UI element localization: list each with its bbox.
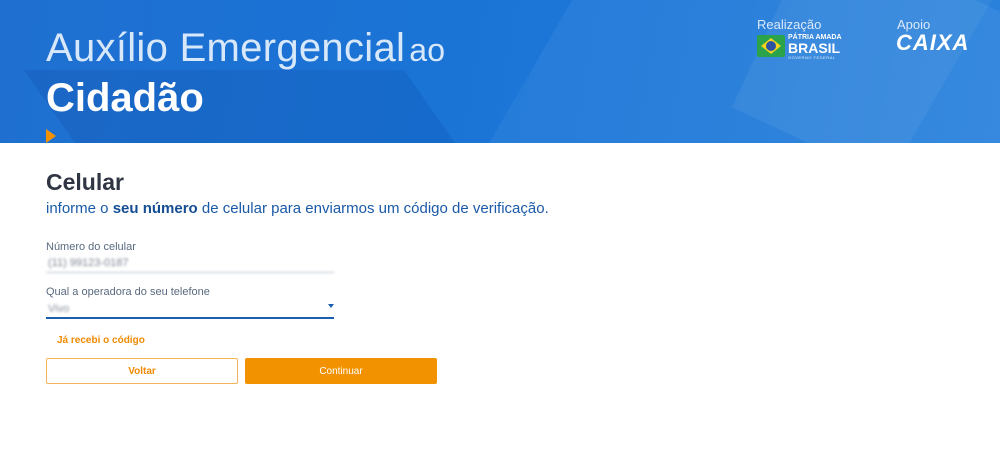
continue-button[interactable]: Continuar — [245, 358, 437, 384]
program-title-emphasis: Cidadão — [46, 76, 204, 120]
operator-selected-value: Vivo — [48, 303, 70, 315]
program-title-suffix: ao — [409, 32, 446, 68]
arrow-marker-icon — [46, 129, 56, 143]
subtitle-post: de celular para enviarmos um código de v… — [197, 200, 549, 217]
page-subtitle: informe o seu número de celular para env… — [46, 200, 549, 217]
program-title: Auxílio Emergencial ao — [46, 26, 445, 71]
caixa-logo: CAIXA — [896, 30, 970, 55]
operator-label: Qual a operadora do seu telefone — [46, 286, 210, 298]
phone-input[interactable] — [46, 255, 334, 273]
brazil-flag-icon — [757, 35, 785, 57]
gov-logo-line2: BRASIL — [788, 40, 841, 56]
phone-label: Número do celular — [46, 241, 136, 253]
form-section: Celular informe o seu número de celular … — [0, 143, 1000, 461]
chevron-down-icon — [328, 304, 334, 308]
program-title-main: Auxílio Emergencial — [46, 26, 406, 70]
header-banner: Auxílio Emergencial ao Cidadão Realização… — [0, 0, 1000, 143]
back-button[interactable]: Voltar — [46, 358, 238, 384]
received-code-link[interactable]: Já recebi o código — [57, 335, 145, 346]
government-logo: PÁTRIA AMADA BRASIL GOVERNO FEDERAL — [757, 34, 842, 60]
gov-logo-line3: GOVERNO FEDERAL — [788, 55, 836, 60]
realizacao-label: Realização — [757, 17, 822, 32]
subtitle-pre: informe o — [46, 200, 113, 217]
operator-select[interactable]: Vivo — [46, 300, 334, 319]
page-title: Celular — [46, 169, 124, 195]
subtitle-bold: seu número — [112, 200, 198, 217]
